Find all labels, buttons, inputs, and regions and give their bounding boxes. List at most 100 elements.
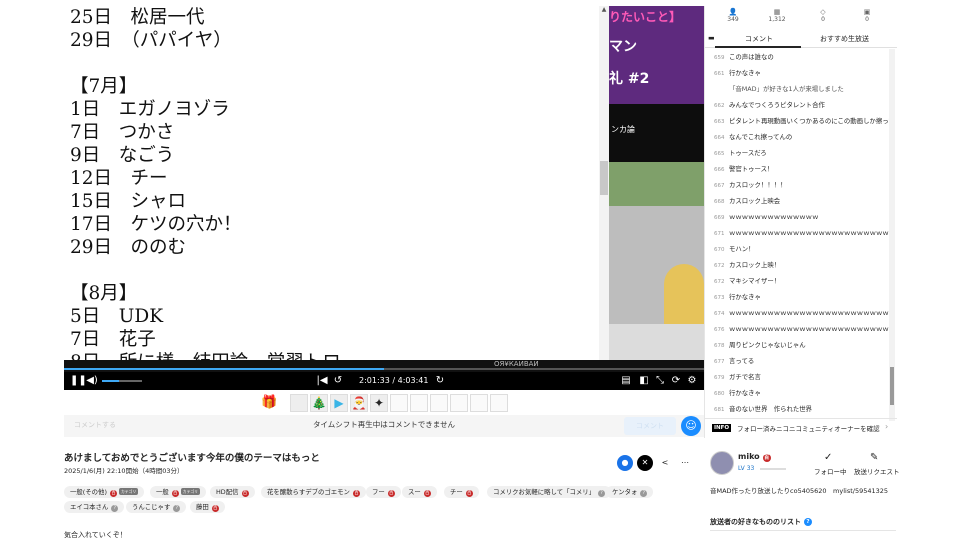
comment-row[interactable]: 663 ピタレント再現動画いくつかあるのにこの動画しか擦って: [705, 113, 891, 129]
owner-name[interactable]: miko 百: [738, 452, 771, 462]
tag[interactable]: フー百: [366, 486, 401, 498]
comment-text: カスロック！！！！: [729, 181, 787, 189]
gift-slot-play[interactable]: ▶: [330, 394, 348, 412]
comment-row[interactable]: 674 ｗｗｗｗｗｗｗｗｗｗｗｗｗｗｗｗｗｗｗｗｗｗｗｗｗｗｗｗｗｗｗｗ: [705, 305, 891, 321]
tag[interactable]: コメリクお気軽に略して「コメリ」?: [487, 486, 612, 498]
pip-icon[interactable]: ◧: [638, 374, 650, 388]
comment-number: 661: [714, 71, 725, 77]
comment-row[interactable]: 671 ｗｗｗｗｗｗｗｗｗｗｗｗｗｗｗｗｗｗｗｗｗｗｗｗｗ: [705, 225, 891, 241]
comment-row[interactable]: 664 なんでこれ擦ってんの: [705, 129, 891, 145]
volume-icon[interactable]: ◀): [86, 374, 98, 388]
comment-number: 681: [714, 407, 725, 413]
x-icon[interactable]: ✕: [637, 455, 653, 471]
gift-slot-gun[interactable]: ✦: [370, 394, 388, 412]
fullscreen-exit-icon[interactable]: ⤡: [654, 374, 666, 388]
scrollbar-thumb[interactable]: [600, 161, 608, 195]
comment-row[interactable]: 672 カスロック上映！: [705, 257, 891, 273]
info-badge: INFO: [712, 424, 732, 432]
gift-icon[interactable]: 🎁: [261, 395, 277, 411]
comment-row[interactable]: 678 周りピンクじゃないじゃん: [705, 337, 891, 353]
document-scrollbar[interactable]: ▲: [599, 6, 609, 360]
tab-recommended[interactable]: おすすめ生放送: [820, 34, 869, 44]
request-button[interactable]: 放送リクエスト: [854, 466, 900, 476]
tag-dictionary-icon[interactable]: ?: [598, 490, 606, 497]
tag-dictionary-icon[interactable]: ?: [173, 505, 181, 512]
comment-toggle-icon[interactable]: ▤: [620, 374, 632, 388]
time-total: 4:03:41: [397, 376, 429, 385]
comment-row[interactable]: 672 マキシマイザー！: [705, 273, 891, 289]
help-icon[interactable]: ?: [804, 518, 812, 526]
comment-row[interactable]: 665 トゥースだろ: [705, 145, 891, 161]
panel-tabs: ▬ コメント おすすめ生放送: [705, 32, 897, 48]
comment-list[interactable]: 659 この声は誰なの 661 行かなきゃ 「音MAD」が好きな1人が来場しました 662…: [705, 49, 891, 421]
request-icon[interactable]: ✎: [870, 452, 878, 463]
prev-icon[interactable]: |◀: [316, 374, 328, 388]
check-icon[interactable]: ✓: [824, 452, 832, 463]
comment-row[interactable]: 679 ガチで名言: [705, 369, 891, 385]
gift-slot-empty[interactable]: [490, 394, 508, 412]
comment-row[interactable]: 668 カスロック上映会: [705, 193, 891, 209]
tag[interactable]: うんこじゃす?: [126, 501, 187, 513]
tag[interactable]: スー百: [402, 486, 437, 498]
replay-icon[interactable]: ↺: [332, 374, 344, 388]
comment-row[interactable]: 676 ｗｗｗｗｗｗｗｗｗｗｗｗｗｗｗｗｗｗｗｗｗｗｗｗｗｗｗｗｗｗｗｗ: [705, 321, 891, 337]
gift-slot-empty[interactable]: [470, 394, 488, 412]
stats-row: 👤 349 ▦ 1,312 ◇ 0 ▣ 0: [705, 6, 897, 32]
comment-row[interactable]: 667 カスロック！！！！: [705, 177, 891, 193]
gift-slot-tree[interactable]: 🎄: [310, 394, 328, 412]
comment-scrollbar[interactable]: [889, 49, 895, 421]
gift-slot-empty[interactable]: [430, 394, 448, 412]
comment-number: 673: [714, 295, 725, 301]
tag-dictionary-icon[interactable]: ?: [111, 505, 119, 512]
tag[interactable]: 藤田百: [190, 501, 225, 513]
comment-row[interactable]: 659 この声は誰なの: [705, 49, 891, 65]
more-icon[interactable]: ⋯: [677, 455, 693, 471]
gift-slot-empty[interactable]: [450, 394, 468, 412]
settings-icon[interactable]: ⚙: [686, 374, 698, 388]
scroll-up-icon[interactable]: ▲: [599, 6, 609, 13]
tag-lock-badge: 百: [241, 490, 249, 497]
seekbar[interactable]: ОЯ¥КАИВАИ: [64, 360, 704, 372]
share-icon[interactable]: <: [657, 455, 673, 471]
comment-row[interactable]: 677 言ってる: [705, 353, 891, 369]
document-line: 25日 松居一代: [70, 7, 205, 28]
document-line: 7日 つかさ: [70, 122, 175, 143]
comment-post-button[interactable]: コメント: [624, 417, 676, 435]
gift-slot[interactable]: [290, 394, 308, 412]
tag-lock-badge: 百: [387, 490, 395, 497]
gift-slot-santa[interactable]: 🎅: [350, 394, 368, 412]
comment-row[interactable]: 681 音のない世界 作られた世界: [705, 401, 891, 417]
tag[interactable]: 一般(その他) 百カテゴリ: [64, 486, 145, 498]
video-player[interactable]: 25日 松居一代 29日 （パパイヤ） 【7月】 1日 エガノヨゾラ 7日 つかさ 9日 …: [64, 6, 704, 390]
tag[interactable]: HD配信百: [210, 486, 255, 498]
follow-button[interactable]: フォロー中: [814, 466, 847, 476]
comment-row[interactable]: 673 行かなきゃ: [705, 289, 891, 305]
active-tab-indicator: [715, 46, 801, 48]
avatar[interactable]: [710, 451, 734, 475]
tag-dictionary-icon[interactable]: ?: [640, 490, 648, 497]
comment-row[interactable]: 680 行かなきゃ: [705, 385, 891, 401]
gift-slot-empty[interactable]: [390, 394, 408, 412]
comment-row[interactable]: 666 警官トゥース！: [705, 161, 891, 177]
bluesky-icon[interactable]: ●: [617, 455, 633, 471]
comment-number: 670: [714, 247, 725, 253]
tag[interactable]: ケンタォ?: [606, 486, 654, 498]
tab-comments[interactable]: コメント: [745, 34, 773, 44]
comment-row[interactable]: 661 行かなきゃ: [705, 65, 891, 81]
gift-slot-empty[interactable]: [410, 394, 428, 412]
comment-row[interactable]: 669 ｗｗｗｗｗｗｗｗｗｗｗｗｗｗ: [705, 209, 891, 225]
comment-row[interactable]: 670 モハン！: [705, 241, 891, 257]
system-message[interactable]: 「音MAD」が好きな1人が来場しました: [705, 81, 891, 97]
tag[interactable]: チー百: [444, 486, 479, 498]
tag[interactable]: エイコ本さん?: [64, 501, 125, 513]
emoji-icon[interactable]: ☺: [681, 416, 701, 436]
document-line: 12日 チー: [70, 168, 168, 189]
refresh-icon[interactable]: ⟳: [670, 374, 682, 388]
info-bar[interactable]: INFO フォロー済みニコニコミュニティオーナーを確認 ›: [705, 418, 897, 438]
tag[interactable]: 一般百カテゴリ: [150, 486, 206, 498]
comment-row[interactable]: 662 みんなでつくろうピタレント合作: [705, 97, 891, 113]
play-pause-icon[interactable]: ❚❚: [70, 374, 87, 388]
comment-scrollbar-thumb[interactable]: [890, 367, 894, 405]
tag[interactable]: 花を醸散らすデブのゴエモン百: [261, 486, 366, 498]
loop-icon[interactable]: ↻: [434, 374, 446, 388]
